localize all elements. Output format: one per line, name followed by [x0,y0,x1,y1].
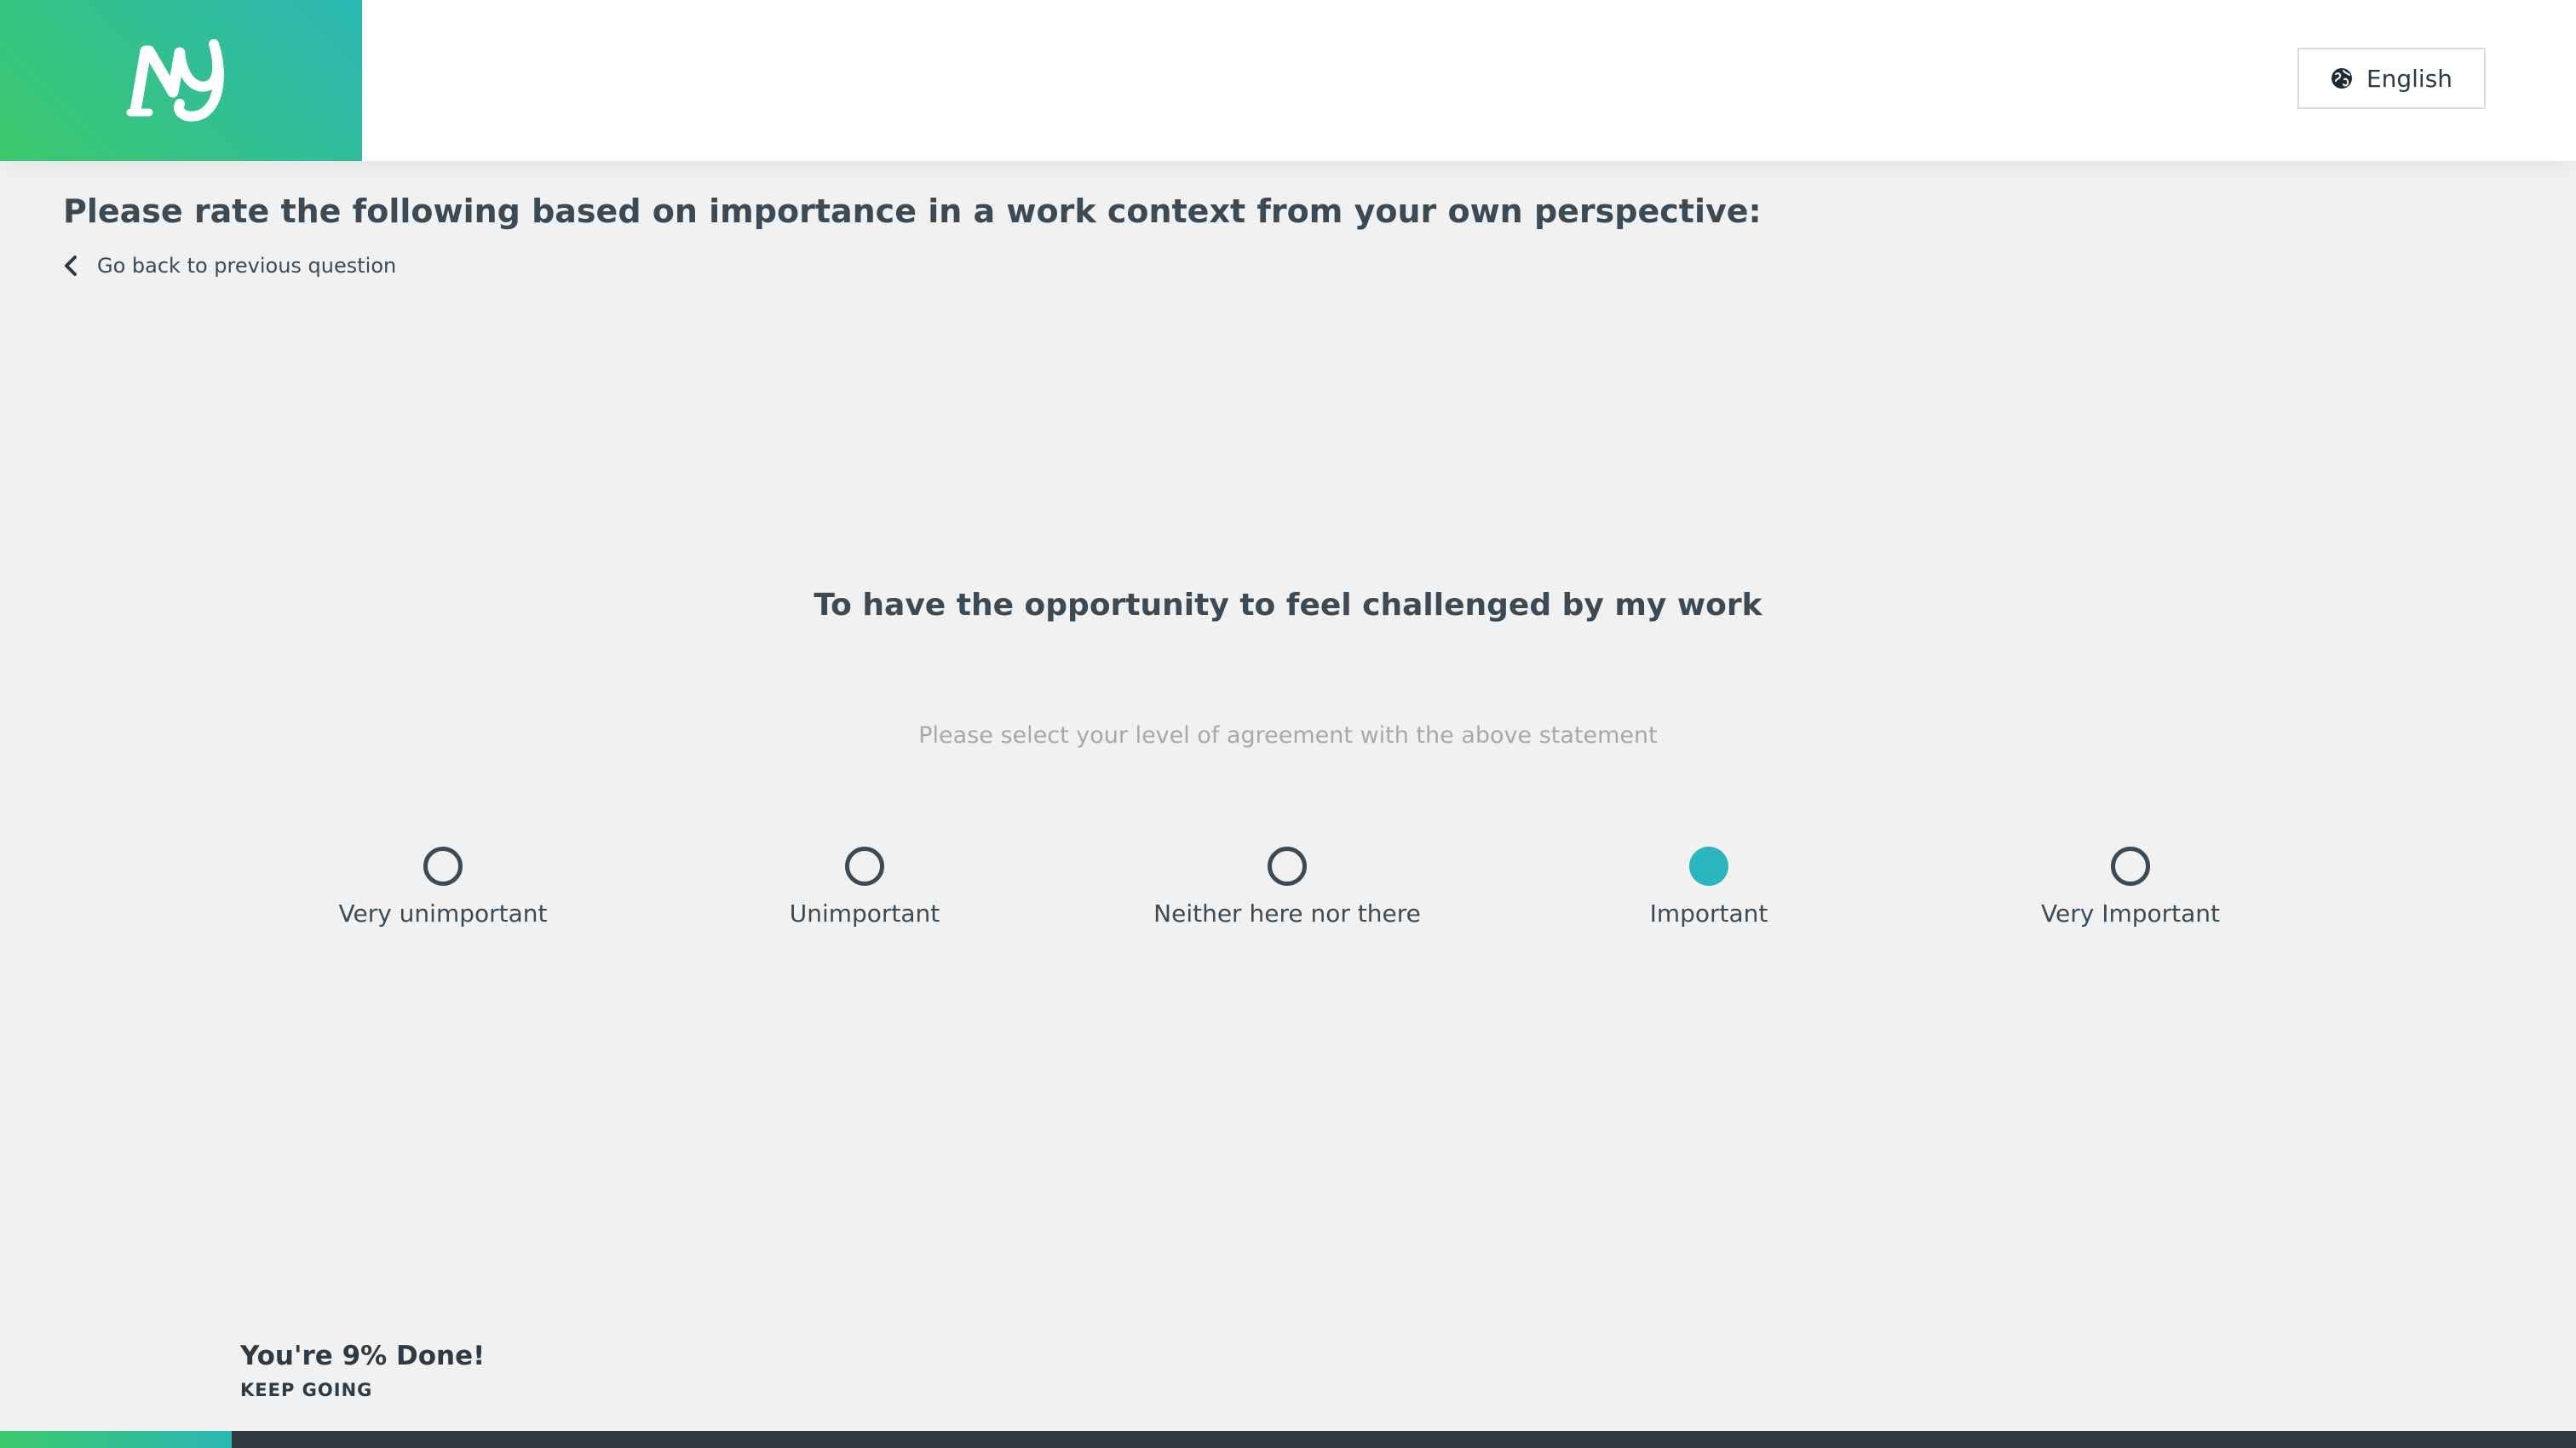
back-to-previous-link[interactable]: Go back to previous question [63,254,396,278]
option-label: Unimportant [789,899,940,928]
globe-icon [2331,68,2352,89]
radio-button[interactable] [1268,847,1307,886]
language-label: English [2366,64,2453,93]
radio-button[interactable] [2111,847,2150,886]
chevron-left-icon [65,256,77,276]
radio-button[interactable] [1689,847,1728,886]
brand-logo [0,0,362,161]
instruction-text: Please select your level of agreement wi… [918,722,1658,749]
option-unimportant[interactable]: Unimportant [711,847,1018,928]
option-label: Very unimportant [338,899,548,928]
radio-button[interactable] [423,847,463,886]
question-prompt: Please rate the following based on impor… [63,192,1762,230]
option-very-unimportant[interactable]: Very unimportant [290,847,596,928]
progress-title: You're 9% Done! [240,1341,486,1371]
back-link-label: Go back to previous question [97,254,397,278]
progress-bar-fill [0,1431,233,1448]
option-important[interactable]: Important [1555,847,1862,928]
option-label: Important [1649,899,1768,928]
option-label: Neither here nor there [1153,899,1421,928]
top-header: English [0,0,2576,161]
survey-page: English Please rate the following based … [0,0,2576,1448]
statement-text: To have the opportunity to feel challeng… [814,588,1762,623]
progress-bar [0,1431,2576,1448]
option-label: Very Important [2041,899,2220,928]
option-neither[interactable]: Neither here nor there [1134,847,1440,928]
radio-button[interactable] [845,847,884,886]
progress-subtitle: KEEP GOING [240,1380,373,1400]
logo-monogram-icon [126,39,224,122]
language-selector-button[interactable]: English [2297,48,2486,109]
option-very-important[interactable]: Very Important [1977,847,2284,928]
